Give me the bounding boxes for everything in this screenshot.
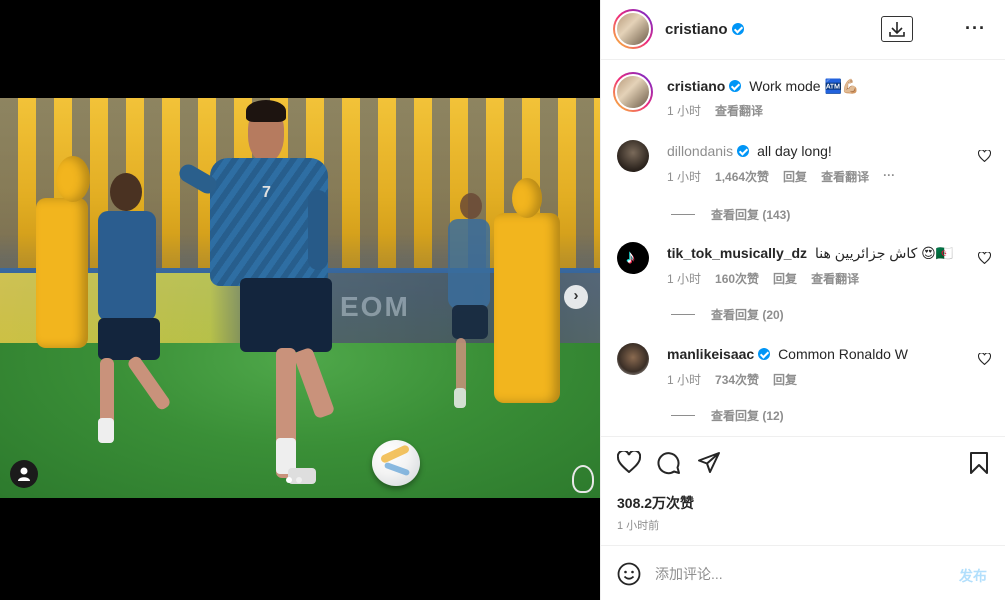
post-button[interactable]: 发布 <box>959 566 987 586</box>
tiktok-icon: ♪ <box>626 247 635 267</box>
verified-badge-icon <box>758 348 771 360</box>
verified-badge-icon <box>737 145 750 157</box>
post-header: cristiano ··· <box>601 0 1005 60</box>
heart-icon[interactable] <box>617 451 641 473</box>
commenter-avatar[interactable]: ♪ <box>617 242 649 274</box>
comment-text: كاش جزائريين هنا 😍🇩🇿 <box>814 245 954 261</box>
comment-text: all day long! <box>757 143 832 159</box>
carousel-dots <box>286 477 302 483</box>
comment-username[interactable]: tik_tok_musically_dz <box>667 245 807 261</box>
training-dummy <box>494 213 560 403</box>
tagged-users-button[interactable] <box>10 460 38 488</box>
verified-badge-icon <box>729 80 742 92</box>
likes-count[interactable]: 308.2万次赞 <box>617 493 694 513</box>
comment-like-icon[interactable] <box>978 353 991 365</box>
author-avatar[interactable] <box>613 9 653 49</box>
post-side-panel: cristiano ··· cristiano Work mode 🏧💪🏼 1 <box>600 0 1005 600</box>
comment-likes[interactable]: 160次赞 <box>715 270 759 287</box>
share-icon[interactable] <box>697 451 721 475</box>
comment-likes[interactable]: 734次赞 <box>715 371 759 388</box>
caption-time: 1 小时 <box>667 104 702 118</box>
football <box>372 440 420 486</box>
download-button[interactable] <box>881 16 913 42</box>
training-dummy <box>512 178 542 218</box>
caption-avatar[interactable] <box>613 72 653 112</box>
bookmark-icon[interactable] <box>969 451 989 475</box>
verified-badge-icon <box>731 23 744 35</box>
banner-text: EOM <box>340 291 410 322</box>
caption-translate-link[interactable]: 查看翻译 <box>715 102 763 119</box>
carousel-dot-active <box>286 477 292 483</box>
commenter-avatar[interactable] <box>617 343 649 375</box>
more-options-icon[interactable]: ··· <box>965 18 986 39</box>
author-username[interactable]: cristiano <box>665 21 744 38</box>
emoji-icon[interactable] <box>617 562 641 586</box>
post-dialog: EOM 7 › cristiano ··· cristiano Work mod… <box>0 0 1005 600</box>
post-actions: 308.2万次赞 1 小时前 <box>601 436 1005 540</box>
main-player: 7 <box>168 100 348 490</box>
comment-likes[interactable]: 1,464次赞 <box>715 168 769 185</box>
chevron-right-icon: › <box>573 287 579 304</box>
reply-button[interactable]: 回复 <box>773 270 797 287</box>
translate-button[interactable]: 查看翻译 <box>821 168 869 185</box>
comment-time: 1 小时 <box>667 272 702 286</box>
comment-like-icon[interactable] <box>978 150 991 162</box>
commenter-avatar[interactable] <box>617 140 649 172</box>
player-right <box>440 193 500 423</box>
view-replies-button[interactable]: 查看回复 (20) <box>671 306 784 323</box>
comments-list: cristiano Work mode 🏧💪🏼 1 小时 查看翻译 dillon… <box>601 60 1005 436</box>
reply-button[interactable]: 回复 <box>783 168 807 185</box>
comment-time: 1 小时 <box>667 170 702 184</box>
comment-username[interactable]: dillondanis <box>667 143 733 159</box>
view-replies-button[interactable]: 查看回复 (143) <box>671 206 790 223</box>
view-replies-button[interactable]: 查看回复 (12) <box>671 407 784 424</box>
caption-username[interactable]: cristiano <box>667 78 725 94</box>
user-tag-icon <box>18 467 30 481</box>
comment-time: 1 小时 <box>667 373 702 387</box>
comment-input[interactable] <box>655 562 945 586</box>
shirt-number: 7 <box>262 184 271 201</box>
download-icon <box>889 22 905 37</box>
next-slide-button[interactable]: › <box>564 285 588 309</box>
carousel-dot <box>296 477 302 483</box>
comment-more-icon[interactable]: ··· <box>883 168 895 185</box>
post-time: 1 小时前 <box>617 520 660 532</box>
comment-icon[interactable] <box>657 451 681 475</box>
club-crest-icon <box>572 465 594 493</box>
comment-text: Common Ronaldo W <box>778 346 908 362</box>
comment-composer: 发布 <box>601 545 1005 600</box>
caption-text: Work mode 🏧💪🏼 <box>749 78 860 94</box>
translate-button[interactable]: 查看翻译 <box>811 270 859 287</box>
reply-button[interactable]: 回复 <box>773 371 797 388</box>
comment-like-icon[interactable] <box>978 252 991 264</box>
media-panel: EOM 7 › <box>0 0 600 600</box>
post-photo[interactable]: EOM 7 <box>0 98 600 498</box>
comment-username[interactable]: manlikeisaac <box>667 346 754 362</box>
